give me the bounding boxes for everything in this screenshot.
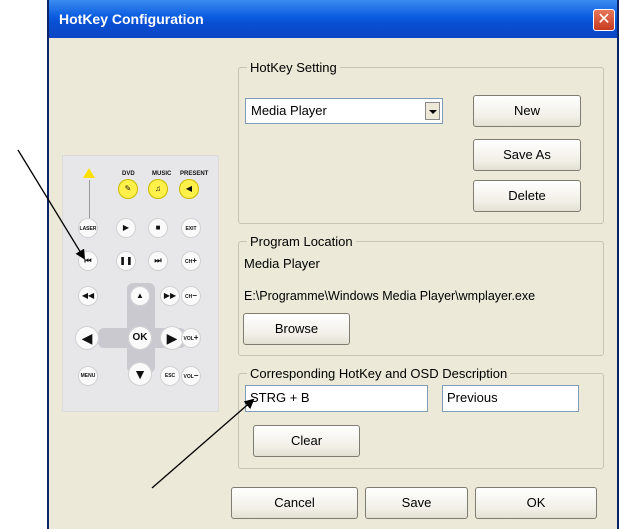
annotation-arrow-hotkey	[151, 398, 255, 489]
annotation-arrows	[17, 149, 255, 489]
annotation-arrow-prev	[17, 149, 86, 260]
